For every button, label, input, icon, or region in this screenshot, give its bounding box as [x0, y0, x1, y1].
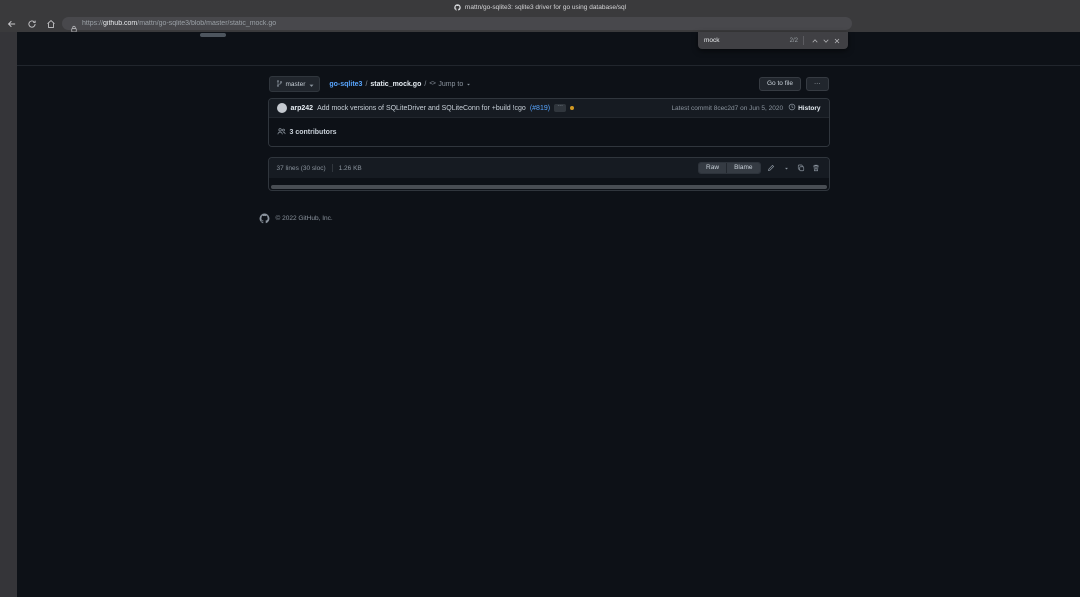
find-in-page-bar: mock 2/2: [698, 32, 848, 49]
breadcrumb: go-sqlite3 / static_mock.go / <> Jump to: [329, 81, 471, 88]
branch-icon: [276, 80, 283, 89]
browser-window: mattn/go-sqlite3: sqlite3 driver for go …: [0, 0, 1080, 597]
edit-dropdown-caret[interactable]: [782, 164, 791, 173]
window-title: mattn/go-sqlite3: sqlite3 driver for go …: [465, 4, 626, 11]
find-close-button[interactable]: [831, 35, 842, 46]
branch-selector-button[interactable]: master: [269, 76, 321, 92]
pull-request-link[interactable]: (#819): [530, 105, 550, 112]
commit-description-toggle[interactable]: …: [554, 104, 566, 112]
github-page: master go-sqlite3 / static_mock.go / <> …: [17, 32, 1080, 597]
breadcrumb-repo-link[interactable]: go-sqlite3: [329, 81, 362, 88]
go-to-file-button[interactable]: Go to file: [759, 77, 801, 91]
code-glyph-icon: <>: [429, 81, 435, 87]
page-footer: © 2022 GitHub, Inc.: [259, 213, 839, 224]
url-text: https://github.com/mattn/go-sqlite3/blob…: [82, 20, 842, 27]
divider: [803, 36, 804, 45]
breadcrumb-file-name: static_mock.go: [370, 81, 421, 88]
raw-button[interactable]: Raw: [699, 163, 726, 174]
people-icon: [277, 123, 286, 141]
history-clock-icon: [788, 103, 796, 113]
jump-to-button[interactable]: Jump to: [438, 81, 463, 88]
find-match-count: 2/2: [790, 38, 798, 44]
lock-icon: [70, 20, 78, 28]
github-logo-icon: [259, 213, 270, 224]
refresh-button[interactable]: [25, 17, 38, 30]
find-input[interactable]: mock: [704, 37, 790, 44]
contributors-bar[interactable]: 3 contributors: [269, 117, 829, 146]
divider: [332, 164, 333, 172]
file-box: 37 lines (30 sloc) 1.26 KB Raw Blame: [268, 157, 830, 191]
latest-commit-text: Latest commit 8cec2d7 on Jun 5, 2020: [671, 105, 783, 112]
commit-author-avatar[interactable]: [277, 103, 287, 113]
scrolled-header-remnant: [200, 33, 226, 37]
titlebar: mattn/go-sqlite3: sqlite3 driver for go …: [0, 0, 1080, 15]
find-next-button[interactable]: [820, 35, 831, 46]
code-view: [269, 178, 829, 183]
breadcrumb-row: master go-sqlite3 / static_mock.go / <> …: [269, 76, 829, 92]
blame-button[interactable]: Blame: [726, 163, 759, 174]
file-header: 37 lines (30 sloc) 1.26 KB Raw Blame: [269, 158, 829, 178]
copy-file-button[interactable]: [797, 164, 806, 173]
history-button[interactable]: History: [788, 103, 820, 113]
vertical-tab-strip: [0, 32, 17, 597]
edit-pencil-button[interactable]: [767, 164, 776, 173]
find-previous-button[interactable]: [809, 35, 820, 46]
commit-message-link[interactable]: Add mock versions of SQLiteDriver and SQ…: [317, 105, 526, 112]
home-button[interactable]: [44, 17, 57, 30]
commit-author-link[interactable]: arp242: [291, 105, 314, 112]
extensions-row: [862, 16, 1076, 31]
github-favicon-icon: [454, 4, 461, 11]
chevron-down-icon: [466, 82, 471, 87]
raw-blame-group: Raw Blame: [698, 162, 760, 175]
copyright-text: © 2022 GitHub, Inc.: [276, 215, 333, 222]
latest-commit-bar: arp242 Add mock versions of SQLiteDriver…: [269, 99, 829, 117]
repo-nav: [17, 32, 1080, 66]
chevron-down-icon: [308, 82, 313, 87]
contributors-count: 3 contributors: [290, 129, 337, 136]
commit-status-icon[interactable]: [570, 106, 574, 110]
commit-box: arp242 Add mock versions of SQLiteDriver…: [268, 98, 830, 147]
address-bar[interactable]: https://github.com/mattn/go-sqlite3/blob…: [62, 17, 852, 30]
delete-file-button[interactable]: [812, 164, 821, 173]
back-button[interactable]: [5, 17, 18, 30]
file-line-count: 37 lines (30 sloc): [277, 165, 326, 172]
file-size: 1.26 KB: [339, 165, 362, 172]
more-options-button[interactable]: ···: [806, 77, 829, 91]
horizontal-scrollbar[interactable]: [271, 185, 827, 189]
